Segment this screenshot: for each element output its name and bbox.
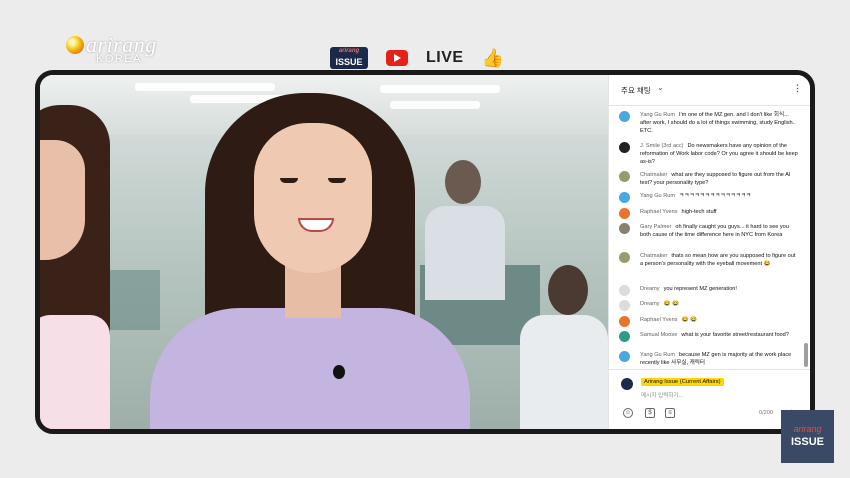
chevron-down-icon[interactable]: ⌄ [657, 83, 664, 92]
chat-author: Chatmaker [640, 172, 668, 178]
more-vert-icon[interactable]: ⋮ [793, 83, 802, 94]
broadcast-badges: arirang ISSUE LIVE 👍 [330, 46, 504, 70]
chat-author: Yang Gu Rum [640, 112, 676, 118]
chat-author: Dreamy [640, 301, 660, 307]
chat-author: Dreamy [640, 286, 660, 292]
chat-mode-selector[interactable]: 주요 채팅 [621, 85, 651, 96]
chat-author: Gary Palmer [640, 224, 672, 230]
chat-text: ㅋㅋㅋㅋㅋㅋㅋㅋㅋㅋㅋㅋㅋㅋ [679, 193, 752, 199]
issue-badge: arirang ISSUE [330, 47, 368, 69]
youtube-icon [386, 50, 408, 66]
background-person [520, 265, 608, 429]
chat-text: you represent MZ generation! [663, 286, 737, 292]
poll-icon[interactable]: ≡ [665, 408, 675, 418]
chat-author: Raphael Yvens [640, 209, 678, 215]
chat-text: what is your favorite street/restaurant … [681, 332, 789, 338]
user-avatar[interactable] [619, 223, 630, 234]
issue-badge-label: ISSUE [335, 57, 363, 67]
ceiling-light [135, 83, 275, 91]
user-avatar[interactable] [619, 171, 630, 182]
character-count: 0/200 [759, 410, 773, 416]
corner-logo-brand: arirang [793, 424, 822, 434]
chat-scrollbar[interactable] [804, 343, 808, 367]
user-avatar[interactable] [619, 316, 630, 327]
chat-author: Chatmaker [640, 253, 668, 259]
logo-subtext: KOREA [96, 53, 143, 65]
user-avatar[interactable] [619, 252, 630, 263]
user-avatar[interactable] [619, 351, 630, 362]
corner-logo-label: ISSUE [790, 436, 824, 448]
channel-avatar [621, 378, 633, 390]
user-avatar[interactable] [619, 208, 630, 219]
broadcast-frame: 주요 채팅 ⌄ ⋮ Yang Gu Rum I'm one of the MZ g… [35, 70, 815, 434]
chat-text: high-tech stuff [681, 209, 717, 215]
issue-badge-brand: arirang [338, 48, 360, 54]
side-host [40, 85, 115, 429]
chat-author: J. Smile (3rd acc) [640, 143, 684, 149]
super-chat-icon[interactable]: $ [645, 408, 655, 418]
chat-text: 😂 😂 [681, 317, 698, 323]
user-avatar[interactable] [619, 192, 630, 203]
logo-ball-icon [66, 36, 84, 54]
chat-header: 주요 채팅 ⌄ ⋮ [609, 75, 810, 106]
main-host [150, 93, 470, 429]
chat-message-list[interactable]: Yang Gu Rum I'm one of the MZ gen. and I … [609, 105, 810, 367]
chat-author: Raphael Yvens [640, 317, 678, 323]
thumbs-up-icon: 👍 [481, 47, 504, 68]
ceiling-light [380, 85, 500, 93]
arirang-logo: arirang KOREA [66, 32, 176, 70]
lapel-mic-icon [333, 365, 345, 379]
channel-name: Arirang Issue (Current Affairs) [641, 378, 724, 386]
video-player[interactable] [40, 75, 608, 429]
chat-author: Yang Gu Rum [640, 352, 676, 358]
emoji-icon[interactable]: ☺ [623, 408, 633, 418]
chat-input-field[interactable]: 메시지 입력하기... [641, 391, 791, 399]
user-avatar[interactable] [619, 111, 630, 122]
chat-author: Samual Moose [640, 332, 678, 338]
user-avatar[interactable] [619, 285, 630, 296]
chat-text: 😂 😂 [663, 301, 680, 307]
user-avatar[interactable] [619, 142, 630, 153]
user-avatar[interactable] [619, 331, 630, 342]
live-chat-panel: 주요 채팅 ⌄ ⋮ Yang Gu Rum I'm one of the MZ g… [608, 75, 810, 429]
chat-author: Yang Gu Rum [640, 193, 676, 199]
user-avatar[interactable] [619, 300, 630, 311]
corner-issue-logo: arirang ISSUE [781, 410, 834, 463]
live-label: LIVE [426, 49, 464, 66]
